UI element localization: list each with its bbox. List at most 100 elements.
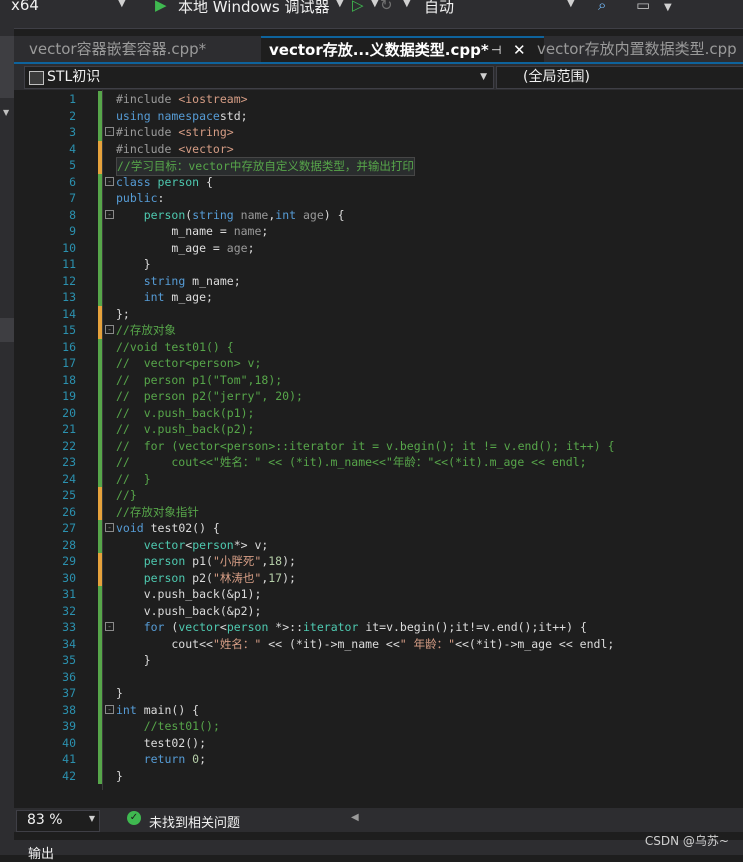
config-dropdown[interactable]: 自动 xyxy=(424,0,454,17)
chevron-down-icon[interactable]: ▼ xyxy=(336,0,344,9)
overflow-icon[interactable]: ▼ xyxy=(664,2,672,13)
tab-vector-nested[interactable]: vector容器嵌套容器.cpp* xyxy=(29,36,206,62)
chevron-down-icon[interactable]: ▼ xyxy=(371,0,379,9)
change-marker xyxy=(98,124,102,141)
code-line[interactable]: 12 string m_name; xyxy=(14,272,743,289)
code-line[interactable]: 26 //存放对象指针 xyxy=(14,503,743,520)
fold-toggle-icon[interactable]: - xyxy=(105,704,114,714)
play-icon[interactable]: ▶ xyxy=(155,0,167,14)
code-line[interactable]: 41 return 0; xyxy=(14,751,743,768)
code-line[interactable]: 42} xyxy=(14,767,743,784)
code-line[interactable]: 33 - for (vector<person *>::iterator it=v… xyxy=(14,619,743,636)
code-line[interactable]: 8 - person(string name,int age) { xyxy=(14,206,743,223)
pin-icon[interactable]: ⊣ xyxy=(491,38,501,62)
change-marker xyxy=(98,421,102,438)
scope-dropdown[interactable]: (全局范围) xyxy=(496,66,743,89)
code-line[interactable]: 22 // for (vector<person>::iterator it = … xyxy=(14,437,743,454)
code-text: // v.push_back(p1); xyxy=(116,405,255,420)
chevron-down-icon[interactable]: ▼ xyxy=(403,0,411,9)
chevron-down-icon[interactable]: ▼ xyxy=(3,108,9,117)
line-number: 15 xyxy=(62,323,76,337)
code-line[interactable]: 3 - #include <string> xyxy=(14,124,743,141)
line-number: 33 xyxy=(62,620,76,634)
project-dropdown[interactable]: STL初识 ▼ xyxy=(24,66,494,89)
start-without-debug-icon[interactable]: ▷ xyxy=(352,0,364,14)
output-tab[interactable]: 输出 xyxy=(28,843,54,862)
code-line[interactable]: 10 m_age = age; xyxy=(14,239,743,256)
fold-toggle-icon[interactable]: - xyxy=(105,209,114,219)
code-text: #include <string> xyxy=(116,125,234,139)
code-line[interactable]: 18 // person p1("Tom",18); xyxy=(14,371,743,388)
code-line[interactable]: 34 cout<<"姓名：" << (*it)->m_name <<" 年龄："… xyxy=(14,635,743,652)
code-line[interactable]: 23 // cout<<"姓名：" << (*it).m_name<<"年龄："<… xyxy=(14,454,743,471)
code-line[interactable]: 1 #include <iostream> xyxy=(14,91,743,108)
code-line[interactable]: 39 //test01(); xyxy=(14,718,743,735)
code-line[interactable]: 17 // vector<person> v; xyxy=(14,355,743,372)
change-marker xyxy=(98,668,102,685)
tab-vector-custom[interactable]: vector存放...义数据类型.cpp* ⊣ ✕ xyxy=(261,36,544,62)
left-strip-tab[interactable] xyxy=(0,318,14,342)
chevron-down-icon[interactable]: ▼ xyxy=(89,814,95,823)
code-line[interactable]: 21 // v.push_back(p2); xyxy=(14,421,743,438)
code-line[interactable]: 19 // person p2("jerry", 20); xyxy=(14,388,743,405)
code-line[interactable]: 40 test02(); xyxy=(14,734,743,751)
chevron-down-icon[interactable]: ▼ xyxy=(567,0,575,9)
tab-vector-builtin[interactable]: vector存放内置数据类型.cpp xyxy=(537,36,737,62)
output-panel-header: 输出 xyxy=(0,840,743,862)
fold-toggle-icon[interactable]: - xyxy=(105,523,114,532)
code-line[interactable]: 14}; xyxy=(14,305,743,322)
code-line[interactable]: 36 xyxy=(14,668,743,685)
code-line[interactable]: 29 person p1("小胖死",18); xyxy=(14,553,743,570)
code-text: } xyxy=(116,257,151,271)
chevron-down-icon[interactable]: ▼ xyxy=(480,67,487,88)
platform-dropdown[interactable]: x64 xyxy=(11,0,39,14)
code-editor[interactable]: 1 #include <iostream> 2 using namespacestd;… xyxy=(14,90,743,802)
code-line[interactable]: 24 // } xyxy=(14,470,743,487)
line-number: 18 xyxy=(62,372,76,387)
fold-toggle-icon[interactable]: - xyxy=(105,176,114,186)
fold-toggle-icon[interactable]: - xyxy=(105,325,114,334)
code-line[interactable]: 28 vector<person*> v; xyxy=(14,536,743,553)
code-line[interactable]: 4 #include <vector> xyxy=(14,140,743,157)
code-line[interactable]: 5//学习目标：vector中存放自定义数据类型，并输出打印 xyxy=(14,157,743,176)
fold-toggle-icon[interactable]: - xyxy=(105,622,114,631)
code-line[interactable]: 7 public: xyxy=(14,190,743,207)
line-number: 3 xyxy=(69,125,76,139)
code-line[interactable]: 9 m_name = name; xyxy=(14,223,743,240)
line-number: 22 xyxy=(62,438,76,453)
close-icon[interactable]: ✕ xyxy=(513,38,526,62)
code-line[interactable]: 13 int m_age; xyxy=(14,289,743,306)
line-number: 38 xyxy=(62,702,76,717)
left-strip-tab[interactable] xyxy=(0,36,14,98)
change-marker xyxy=(98,503,102,520)
change-marker xyxy=(98,140,102,157)
code-line[interactable]: 31 v.push_back(&p1); xyxy=(14,586,743,603)
change-marker xyxy=(98,338,102,355)
code-line[interactable]: 38 - int main() { xyxy=(14,701,743,718)
line-number: 41 xyxy=(62,752,76,766)
code-line[interactable]: 30 person p2("林涛也",17); xyxy=(14,569,743,586)
inspect-icon[interactable]: ⌕ xyxy=(598,0,606,14)
change-marker xyxy=(98,322,102,339)
code-line[interactable]: 27 - void test02() { xyxy=(14,520,743,537)
scroll-left-icon[interactable]: ◀ xyxy=(351,812,359,823)
code-line[interactable]: 15 -//存放对象 xyxy=(14,322,743,339)
code-line[interactable]: 6 - class person { xyxy=(14,173,743,190)
code-line[interactable]: 11 } xyxy=(14,256,743,273)
line-number: 21 xyxy=(62,422,76,436)
code-line[interactable]: 16 //void test01() { xyxy=(14,338,743,355)
code-line[interactable]: 37} xyxy=(14,685,743,702)
issues-status[interactable]: 未找到相关问题 xyxy=(149,812,240,831)
code-line[interactable]: 35 } xyxy=(14,652,743,669)
fold-toggle-icon[interactable]: - xyxy=(105,127,114,136)
window-icon[interactable]: ▭ xyxy=(636,0,650,14)
code-line[interactable]: 32 v.push_back(&p2); xyxy=(14,602,743,619)
code-line[interactable]: 20 // v.push_back(p1); xyxy=(14,404,743,421)
refresh-icon[interactable]: ↻ xyxy=(380,0,393,14)
code-line[interactable]: 25 //} xyxy=(14,487,743,504)
code-line[interactable]: 2 using namespacestd; xyxy=(14,107,743,124)
code-text: // person p1("Tom",18); xyxy=(116,372,283,387)
run-debugger-button[interactable]: 本地 Windows 调试器 xyxy=(178,0,330,17)
chevron-down-icon[interactable]: ▼ xyxy=(118,0,126,9)
zoom-dropdown[interactable]: 83 % ▼ xyxy=(16,810,100,832)
